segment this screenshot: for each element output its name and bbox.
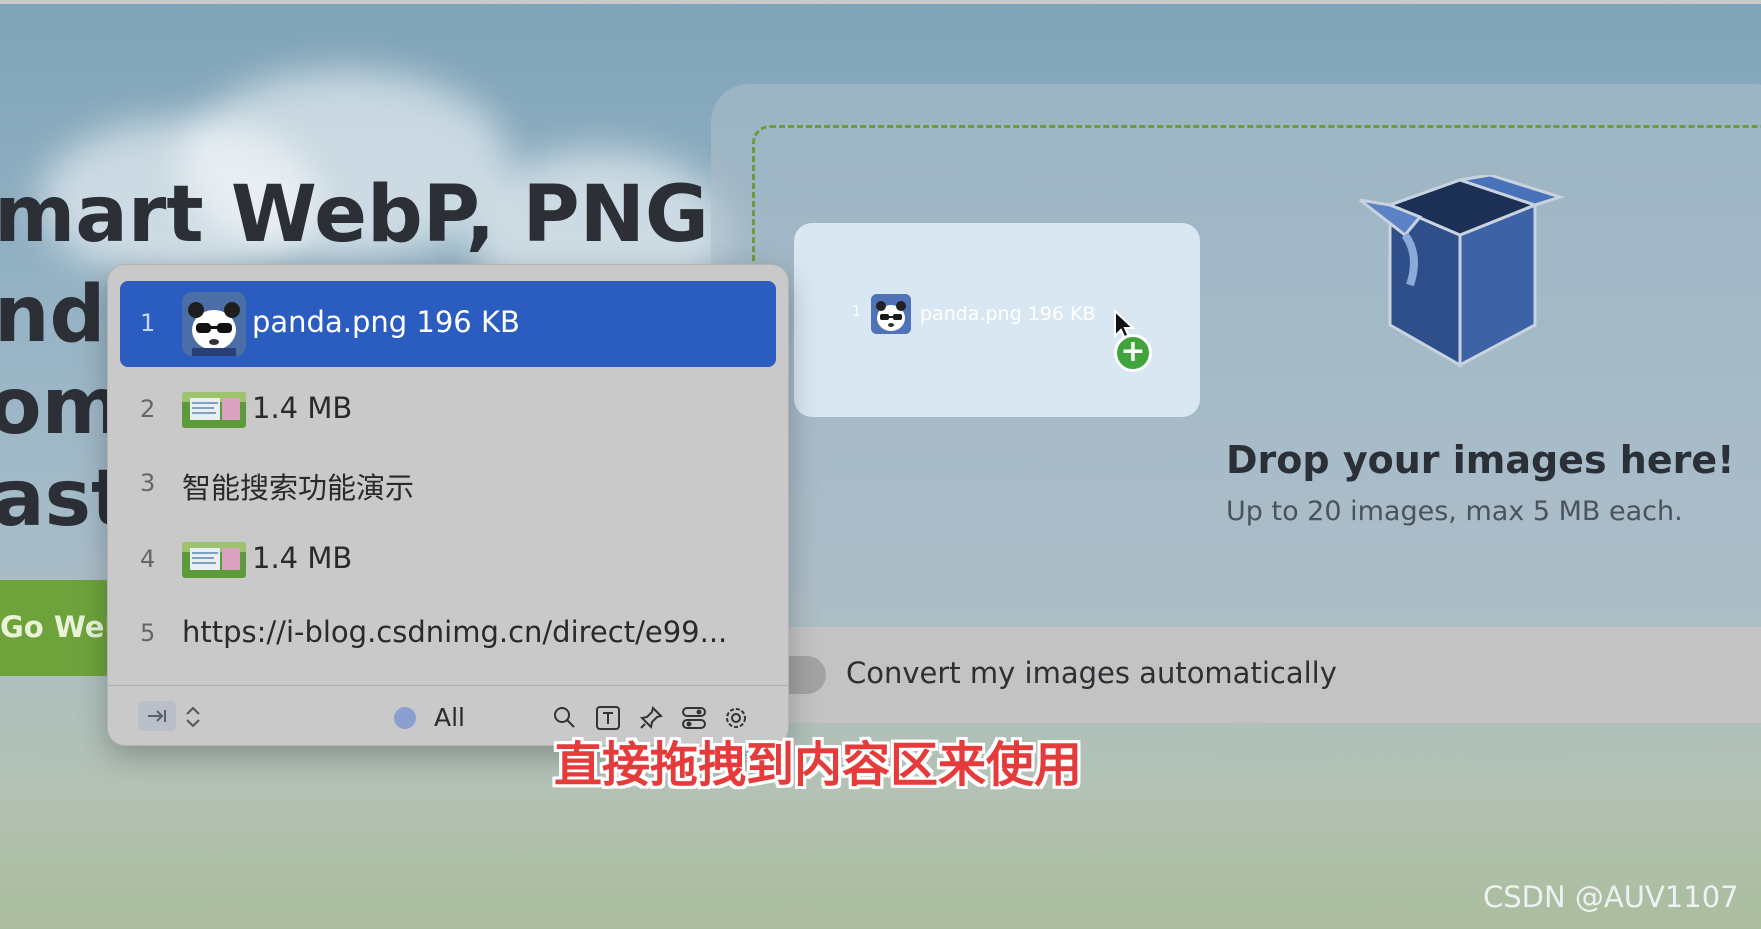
hero-headline-line-2: nd: [0, 270, 106, 360]
dropzone-subtitle: Up to 20 images, max 5 MB each.: [1226, 496, 1683, 527]
tutorial-caption: 直接拖拽到内容区来使用: [554, 737, 1083, 793]
clipboard-item-2[interactable]: 2 1.4 MB: [120, 369, 776, 455]
clipboard-item-index: 4: [140, 545, 156, 573]
clipboard-history-panel: 1 panda.png 196 KB 2 1.4 MB 3 智能搜索功能演示 4…: [107, 264, 789, 746]
copy-plus-badge-icon: +: [1114, 334, 1152, 372]
clipboard-item-index: 1: [140, 309, 156, 337]
drag-preview-panda-thumbnail: [871, 294, 911, 334]
clipboard-item-label: https://i-blog.csdnimg.cn/direct/e99...: [182, 615, 728, 649]
panda-thumbnail-image: [182, 292, 246, 356]
clipboard-item-label: 智能搜索功能演示: [182, 471, 415, 505]
tab-icon[interactable]: [138, 701, 176, 731]
dropzone-title: Drop your images here!: [1226, 438, 1735, 482]
hero-headline-line-3: om: [0, 362, 123, 452]
drag-preview-label: panda.png 196 KB: [920, 303, 1096, 325]
filter-all-label[interactable]: All: [434, 703, 465, 732]
clipboard-item-index: 2: [140, 395, 156, 423]
auto-convert-label: Convert my images automatically: [846, 656, 1337, 690]
hero-headline-line-1: mart WebP, PNG: [0, 170, 709, 260]
screenshot-thumbnail-image: [182, 392, 246, 428]
watermark-text: CSDN @AUV1107: [1483, 880, 1739, 914]
filter-dot-icon[interactable]: [394, 707, 416, 729]
clipboard-item-5[interactable]: 5 https://i-blog.csdnimg.cn/direct/e99..…: [120, 595, 776, 681]
drag-preview-index: 1: [852, 304, 861, 320]
clipboard-item-4[interactable]: 4 1.4 MB: [120, 519, 776, 605]
clipboard-item-1[interactable]: 1 panda.png 196 KB: [120, 281, 776, 367]
window-top-edge: [0, 0, 1761, 4]
screenshot-thumbnail-image: [182, 542, 246, 578]
sort-icon[interactable]: [182, 703, 204, 731]
clipboard-item-label: 1.4 MB: [252, 541, 353, 575]
open-box-icon: [1359, 175, 1565, 368]
clipboard-item-index: 5: [140, 619, 156, 647]
clipboard-item-label: 1.4 MB: [252, 391, 353, 425]
clipboard-item-index: 3: [140, 469, 156, 497]
clipboard-item-label: panda.png 196 KB: [252, 305, 520, 339]
